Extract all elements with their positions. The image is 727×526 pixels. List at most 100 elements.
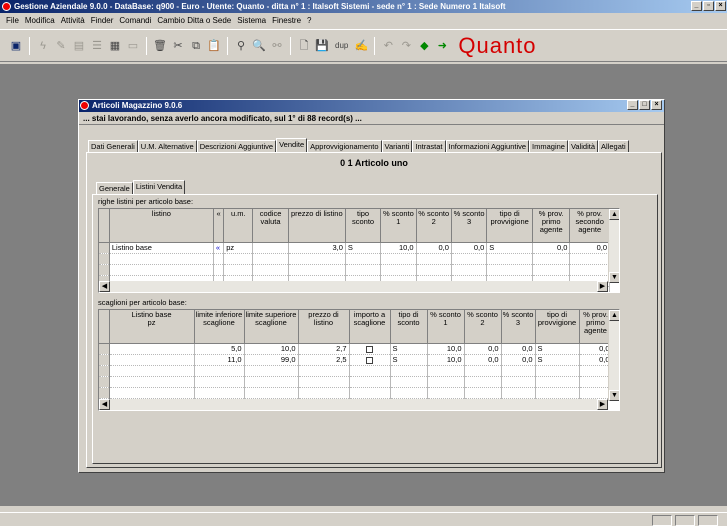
header-listino-base[interactable]: Listino base pz [109,310,195,344]
table-row[interactable] [99,387,613,399]
cell-sconto3[interactable]: 0,0 [501,343,536,355]
paste-icon[interactable]: 📋 [206,38,222,54]
copy-icon[interactable]: ⧉ [188,38,204,54]
tab-allegati[interactable]: Allegati [598,140,629,152]
tab-validita[interactable]: Validità [567,140,599,152]
header-sconto1[interactable]: % sconto 1 [380,209,417,243]
importo-scaglione-checkbox[interactable] [366,345,373,353]
row-selector[interactable] [99,242,110,254]
redo-icon[interactable]: ↷ [398,38,414,54]
cell-listino-base[interactable] [109,343,195,355]
cell-prezzo-listino[interactable]: 3,0 [288,242,346,254]
close-button[interactable]: × [715,1,726,11]
cell-tipo-provvigione[interactable]: S [535,343,580,355]
tab-immagine[interactable]: Immagine [529,140,568,152]
cell-tipo-sconto[interactable]: S [390,343,428,355]
cell-importo-scaglione[interactable] [349,354,391,366]
header-sconto3[interactable]: % sconto 3 [501,310,536,344]
table-row[interactable] [99,253,610,265]
row-selector[interactable] [99,343,110,355]
table-row[interactable]: Listino base « pz 3,0 S 10,0 0,0 0,0 S 0… [99,242,610,254]
exit-icon[interactable]: ▣ [8,38,24,54]
header-limite-inferiore[interactable]: limite inferiore scaglione [194,310,245,344]
tab-dati-generali[interactable]: Dati Generali [88,140,138,152]
table-row[interactable] [99,264,610,276]
listini-hscrollbar[interactable]: ◀ ▶ [99,281,608,292]
cell-codice-valuta[interactable] [252,242,289,254]
table-row[interactable]: 11,0 99,0 2,5 S 10,0 0,0 0,0 S 0,0 [99,354,613,366]
window-minimize-button[interactable]: _ [627,100,638,110]
header-prov-secondo[interactable]: % prov. secondo agente [569,209,610,243]
header-sconto2[interactable]: % sconto 2 [464,310,502,344]
header-arrow[interactable]: « [213,209,225,243]
header-limite-superiore[interactable]: limite superiore scaglione [244,310,299,344]
subtab-generale[interactable]: Generale [96,182,133,194]
row-selector[interactable] [99,354,110,366]
cell-listino-base[interactable] [109,354,195,366]
cell-prov-secondo[interactable]: 0,0 [569,242,610,254]
tab-approvvigionamento[interactable]: Approvvigionamento [307,140,382,152]
cell-listino[interactable]: Listino base [109,242,214,254]
tab-vendite[interactable]: Vendite [276,138,308,152]
menu-help[interactable]: ? [304,16,314,25]
search-icon[interactable]: 🔍 [251,38,267,54]
duplicate-button[interactable]: dup [332,38,351,54]
table-row[interactable] [99,365,613,377]
cell-sconto2[interactable]: 0,0 [464,343,502,355]
cell-prezzo-listino[interactable]: 2,7 [298,343,350,355]
lightning-icon[interactable]: ϟ [35,38,51,54]
menu-comandi[interactable]: Comandi [116,16,154,25]
scaglioni-hscrollbar[interactable]: ◀ ▶ [99,399,608,410]
cell-limite-superiore[interactable]: 99,0 [244,354,299,366]
cell-prov-primo[interactable]: 0,0 [532,242,571,254]
scroll-right-icon[interactable]: ▶ [597,399,608,410]
delete-icon[interactable]: 🗑 [152,38,168,54]
folder-icon[interactable]: ▦ [107,38,123,54]
scaglioni-vscrollbar[interactable]: ▲ ▼ [608,310,619,401]
cell-tipo-provvigione[interactable]: S [486,242,533,254]
save-icon[interactable]: 💾 [314,38,330,54]
header-prezzo-listino[interactable]: prezzo di listino [298,310,350,344]
tab-intrastat[interactable]: Intrastat [412,140,446,152]
scroll-down-icon[interactable]: ▼ [609,272,619,283]
cell-limite-inferiore[interactable]: 5,0 [194,343,245,355]
menu-modifica[interactable]: Modifica [22,16,58,25]
tab-um-alternative[interactable]: U.M. Alternative [137,140,197,152]
blank-icon[interactable]: ▭ [125,38,141,54]
cell-tipo-sconto[interactable]: S [345,242,382,254]
table-row[interactable]: 5,0 10,0 2,7 S 10,0 0,0 0,0 S 0,0 [99,343,613,355]
header-tipo-provvigione[interactable]: tipo di provvigione [486,209,533,243]
header-prov-primo[interactable]: % prov. primo agente [532,209,571,243]
header-um[interactable]: u.m. [223,209,254,243]
cell-sconto3[interactable]: 0,0 [501,354,536,366]
menu-finder[interactable]: Finder [88,16,117,25]
document-icon[interactable]: ▤ [71,38,87,54]
tab-informazioni-aggiuntive[interactable]: Informazioni Aggiuntive [445,140,530,152]
menu-file[interactable]: File [3,16,22,25]
list-icon[interactable]: ☰ [89,38,105,54]
new-document-icon[interactable]: 🗋 [296,38,312,54]
header-codice-valuta[interactable]: codice valuta [252,209,289,243]
cell-sconto2[interactable]: 0,0 [416,242,452,254]
cell-arrow[interactable]: « [213,242,225,254]
cell-um[interactable]: pz [223,242,254,254]
header-sconto3[interactable]: % sconto 3 [451,209,488,243]
undo-icon[interactable]: ↶ [380,38,396,54]
header-tipo-provvigione[interactable]: tipo di provvigione [535,310,580,344]
window-close-button[interactable]: × [651,100,662,110]
window-maximize-button[interactable]: □ [639,100,650,110]
menu-attivita[interactable]: Attività [58,16,88,25]
header-tipo-sconto[interactable]: tipo sconto [345,209,382,243]
cell-importo-scaglione[interactable] [349,343,391,355]
tab-descrizioni-aggiuntive[interactable]: Descrizioni Aggiuntive [196,140,277,152]
cut-icon[interactable]: ✂ [170,38,186,54]
scroll-left-icon[interactable]: ◀ [99,281,110,292]
edit-icon[interactable]: ✍ [353,38,369,54]
cell-prezzo-listino[interactable]: 2,5 [298,354,350,366]
listini-vscrollbar[interactable]: ▲ ▼ [608,209,619,283]
restore-button[interactable]: ▫ [703,1,714,11]
subtab-listini-vendita[interactable]: Listini Vendita [132,180,186,194]
prev-record-icon[interactable]: ◆ [416,38,432,54]
filter-icon[interactable]: ⚲ [233,38,249,54]
tab-varianti[interactable]: Varianti [381,140,413,152]
